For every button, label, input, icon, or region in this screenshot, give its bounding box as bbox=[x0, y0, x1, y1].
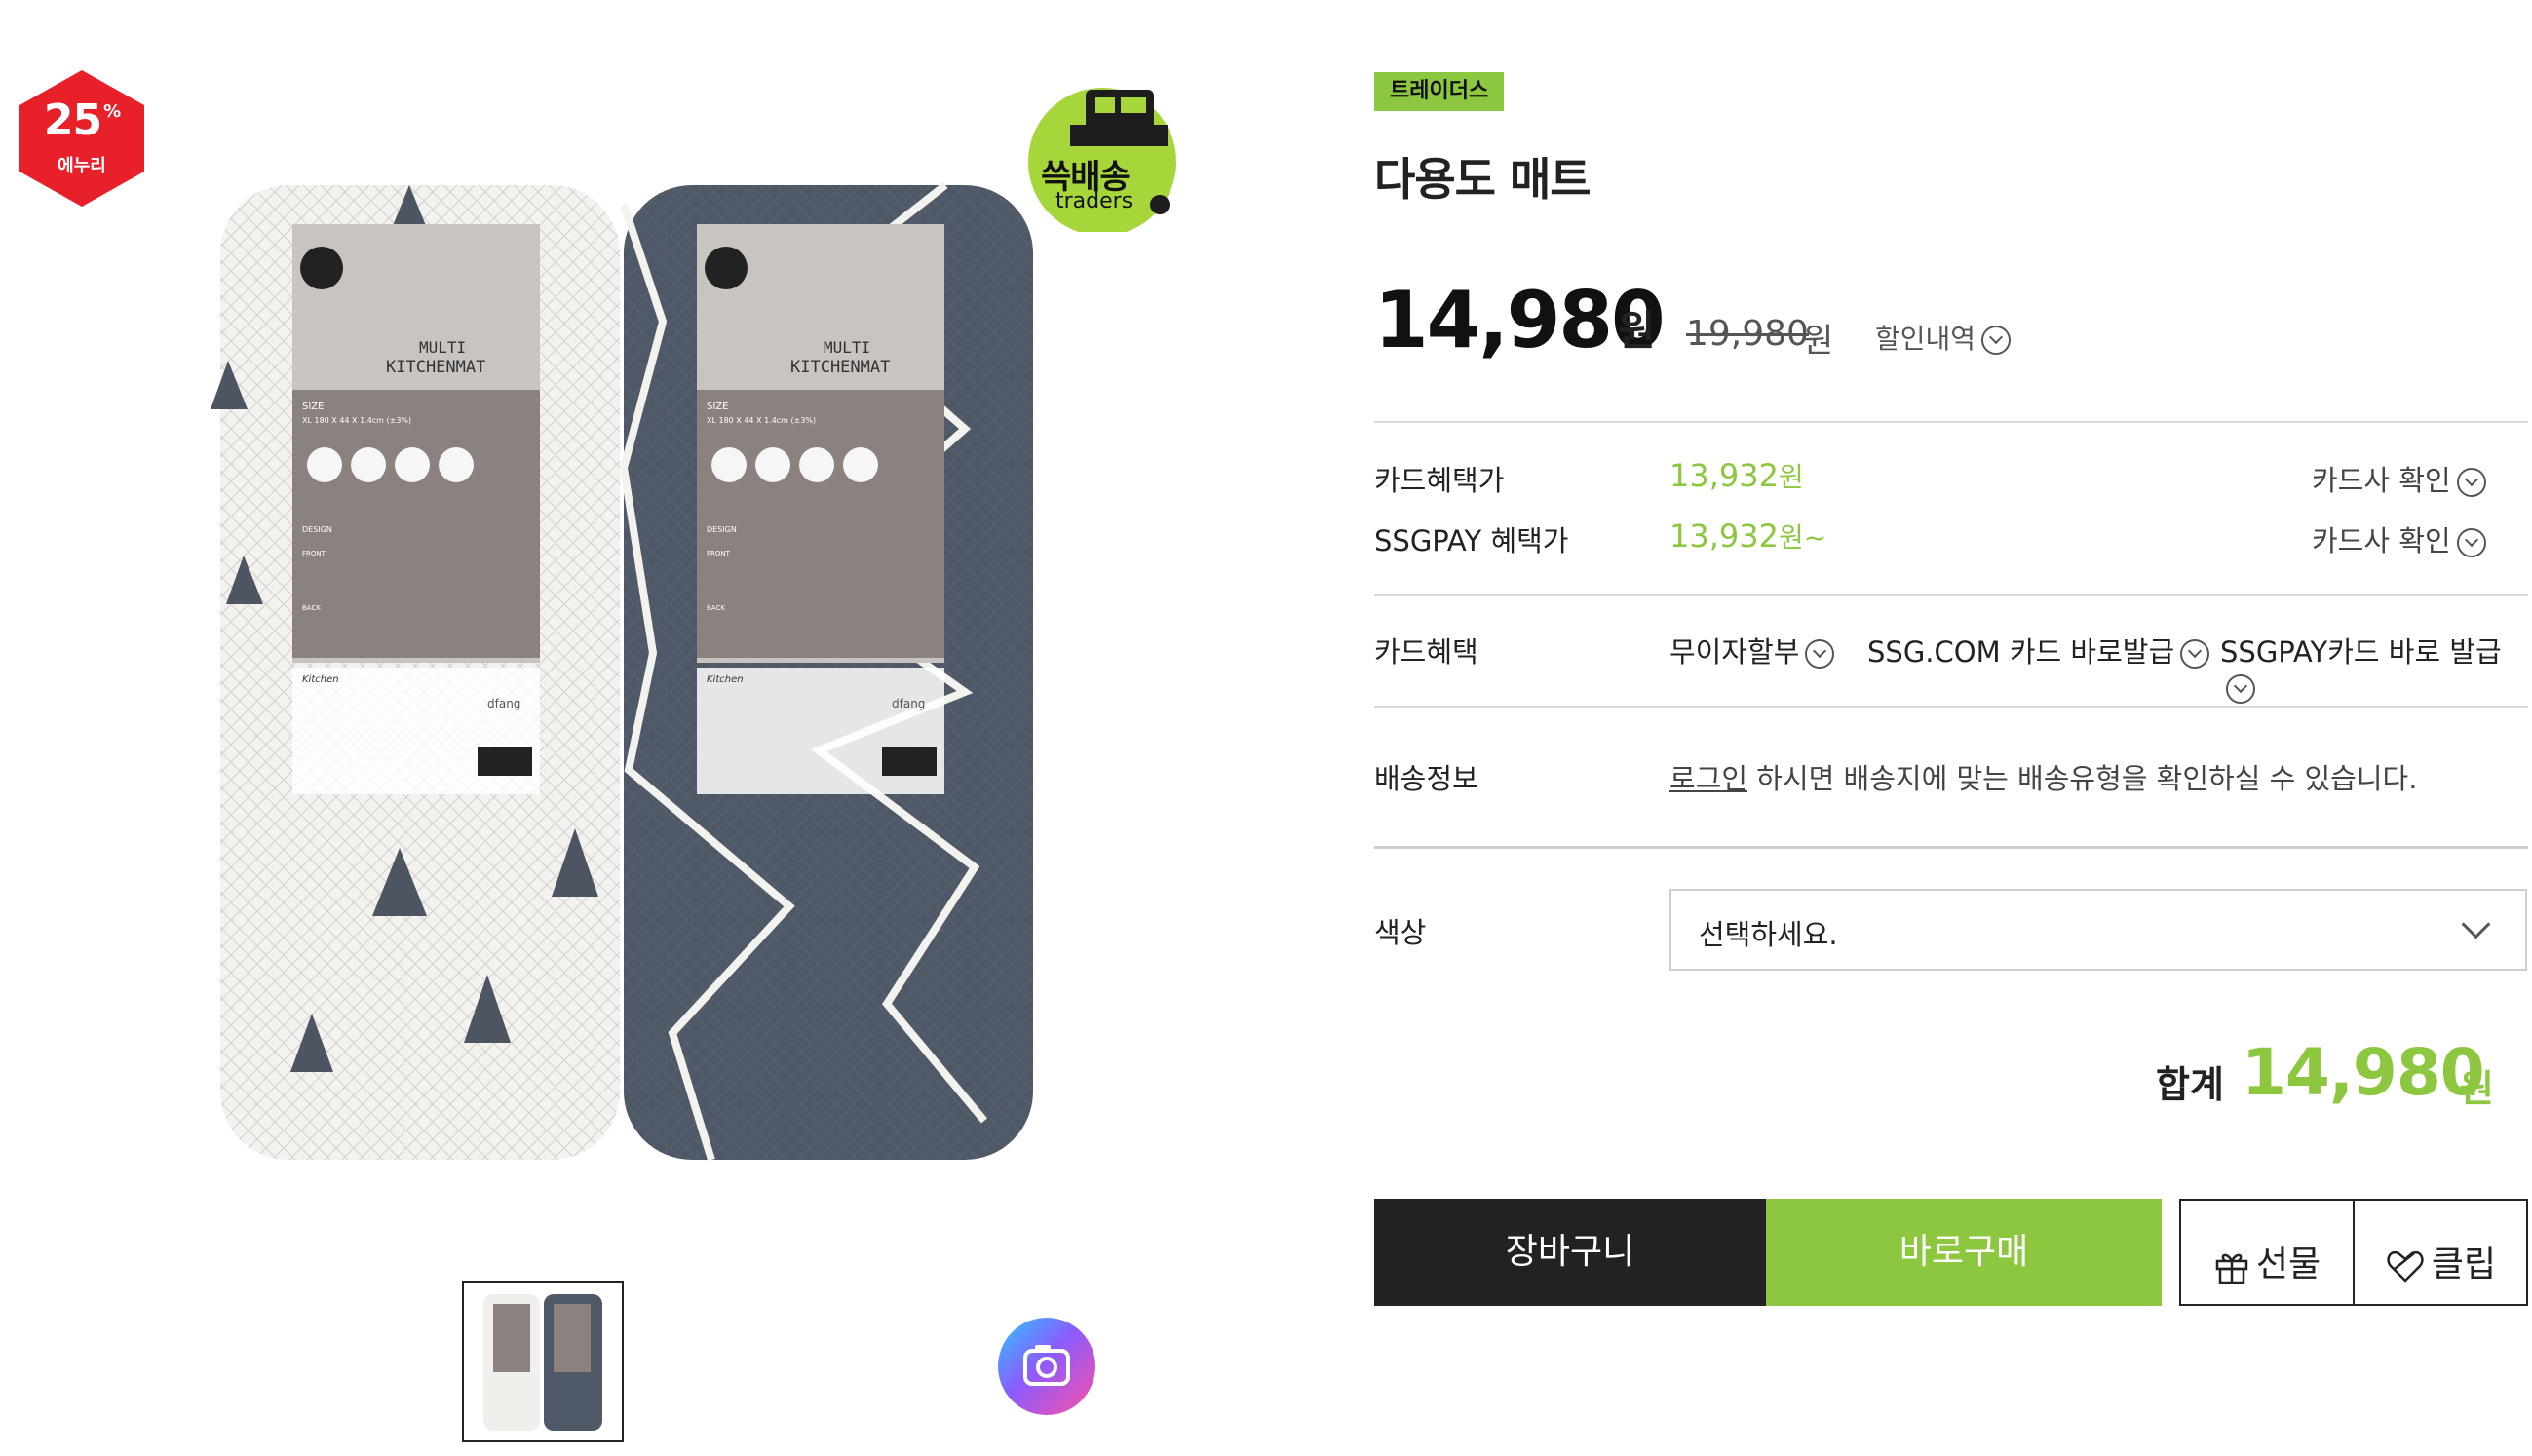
right-label-multi: MULTI bbox=[824, 338, 870, 357]
total-price-unit: 원 bbox=[2460, 1067, 2494, 1110]
installment-link[interactable]: 무이자할부 bbox=[1669, 630, 1835, 671]
gift-icon bbox=[2215, 1253, 2248, 1284]
right-label-brand: Kitchen bbox=[707, 674, 744, 685]
card-check-label: 카드사 확인 bbox=[2312, 464, 2451, 497]
chevron-down-icon bbox=[1805, 639, 1835, 669]
chevron-down-icon bbox=[2461, 909, 2491, 939]
left-label-size-text: XL 180 X 44 X 1.4cm (±3%) bbox=[302, 416, 411, 425]
white-mat-roll: MULTI KITCHENMAT SIZE XL 180 X 44 X 1.4c… bbox=[211, 185, 620, 1160]
shipping-label: 배송정보 bbox=[1374, 762, 1478, 795]
card-price-label: 카드혜택가 bbox=[1374, 464, 1505, 497]
badge-percent: 25% bbox=[43, 96, 121, 145]
camera-search-button[interactable] bbox=[998, 1318, 1095, 1415]
divider bbox=[1374, 846, 2528, 849]
ssgpay-check-label: 카드사 확인 bbox=[2312, 524, 2451, 557]
left-label-logo: dfang bbox=[487, 697, 520, 710]
right-label-back: BACK bbox=[707, 604, 725, 612]
discount-badge: 25% 에누리 bbox=[18, 70, 146, 207]
chevron-down-icon bbox=[2456, 468, 2486, 497]
right-label-size-text: XL 180 X 44 X 1.4cm (±3%) bbox=[707, 416, 816, 425]
product-title: 다용도 매트 bbox=[1374, 153, 1592, 206]
left-label-multi: MULTI bbox=[419, 338, 466, 357]
card-benefit-label: 카드혜택 bbox=[1374, 635, 1478, 669]
original-price: 19,980 bbox=[1686, 314, 1809, 354]
left-label-back: BACK bbox=[302, 604, 321, 612]
store-tag[interactable]: 트레이더스 bbox=[1374, 72, 1505, 111]
discount-details-label: 할인내역 bbox=[1875, 323, 1976, 355]
ssgcom-card-label: SSG.COM 카드 바로발급 bbox=[1867, 635, 2175, 669]
camera-icon bbox=[1023, 1345, 1070, 1386]
right-label-size: SIZE bbox=[707, 402, 728, 412]
right-label-logo: dfang bbox=[892, 697, 925, 710]
total-price: 14,980 bbox=[2242, 1035, 2485, 1110]
chevron-down-icon bbox=[2456, 528, 2486, 557]
right-label-front: FRONT bbox=[707, 550, 731, 557]
product-thumbnail[interactable] bbox=[462, 1281, 624, 1442]
chevron-down-icon bbox=[2226, 674, 2255, 704]
left-label-size: SIZE bbox=[302, 402, 324, 412]
left-label-title: KITCHENMAT bbox=[386, 358, 485, 377]
add-to-cart-button[interactable]: 장바구니 bbox=[1374, 1199, 1766, 1306]
discount-details-link[interactable]: 할인내역 bbox=[1875, 318, 2012, 357]
ssgpay-card-link[interactable]: SSGPAY카드 바로 발급 bbox=[2220, 630, 2532, 704]
ssgpay-price-label: SSGPAY 혜택가 bbox=[1374, 524, 1569, 557]
left-label-design: DESIGN bbox=[302, 525, 332, 534]
total-label: 합계 bbox=[2156, 1063, 2224, 1106]
clip-button[interactable]: 클립 bbox=[2353, 1199, 2528, 1306]
divider bbox=[1374, 706, 2528, 708]
left-label-brand: Kitchen bbox=[302, 674, 339, 685]
right-label-title: KITCHENMAT bbox=[790, 358, 890, 377]
gray-mat-roll: MULTI KITCHENMAT SIZE XL 180 X 44 X 1.4c… bbox=[619, 181, 1033, 1162]
card-check-link[interactable]: 카드사 확인 bbox=[2312, 458, 2486, 499]
login-link[interactable]: 로그인 bbox=[1669, 762, 1747, 795]
ssgpay-card-label: SSGPAY카드 바로 발급 bbox=[2220, 635, 2502, 669]
color-select[interactable]: 선택하세요. bbox=[1669, 889, 2527, 971]
original-price-unit: 원 bbox=[1803, 322, 1834, 361]
sale-price-unit: 원 bbox=[1618, 307, 1656, 355]
shipping-message: 하시면 배송지에 맞는 배송유형을 확인하실 수 있습니다. bbox=[1747, 762, 2418, 795]
ssgpay-price-value: 13,932원~ bbox=[1669, 517, 1827, 555]
ssgcom-card-link[interactable]: SSG.COM 카드 바로발급 bbox=[1867, 630, 2210, 671]
installment-label: 무이자할부 bbox=[1669, 635, 1800, 669]
shipping-info: 로그인 하시면 배송지에 맞는 배송유형을 확인하실 수 있습니다. bbox=[1669, 756, 2417, 797]
delivery-badge-brand: traders bbox=[1055, 189, 1133, 213]
ssgpay-check-link[interactable]: 카드사 확인 bbox=[2312, 518, 2486, 559]
color-select-value: 선택하세요. bbox=[1699, 918, 1838, 951]
chevron-down-icon bbox=[1981, 326, 2012, 355]
divider bbox=[1374, 421, 2528, 423]
heart-clip-icon bbox=[2387, 1250, 2424, 1283]
clip-label: 클립 bbox=[2431, 1245, 2497, 1284]
right-label-design: DESIGN bbox=[707, 525, 737, 534]
chevron-down-icon bbox=[2180, 639, 2210, 669]
buy-now-button[interactable]: 바로구매 bbox=[1766, 1199, 2162, 1306]
divider bbox=[1374, 594, 2528, 596]
product-main-image: MULTI KITCHENMAT SIZE XL 180 X 44 X 1.4c… bbox=[205, 166, 1053, 1189]
gift-label: 선물 bbox=[2255, 1245, 2321, 1284]
badge-label: 에누리 bbox=[58, 156, 106, 176]
gift-button[interactable]: 선물 bbox=[2179, 1199, 2355, 1306]
color-option-label: 색상 bbox=[1374, 916, 1427, 949]
left-label-front: FRONT bbox=[302, 550, 326, 557]
card-price-value: 13,932원 bbox=[1669, 457, 1804, 494]
